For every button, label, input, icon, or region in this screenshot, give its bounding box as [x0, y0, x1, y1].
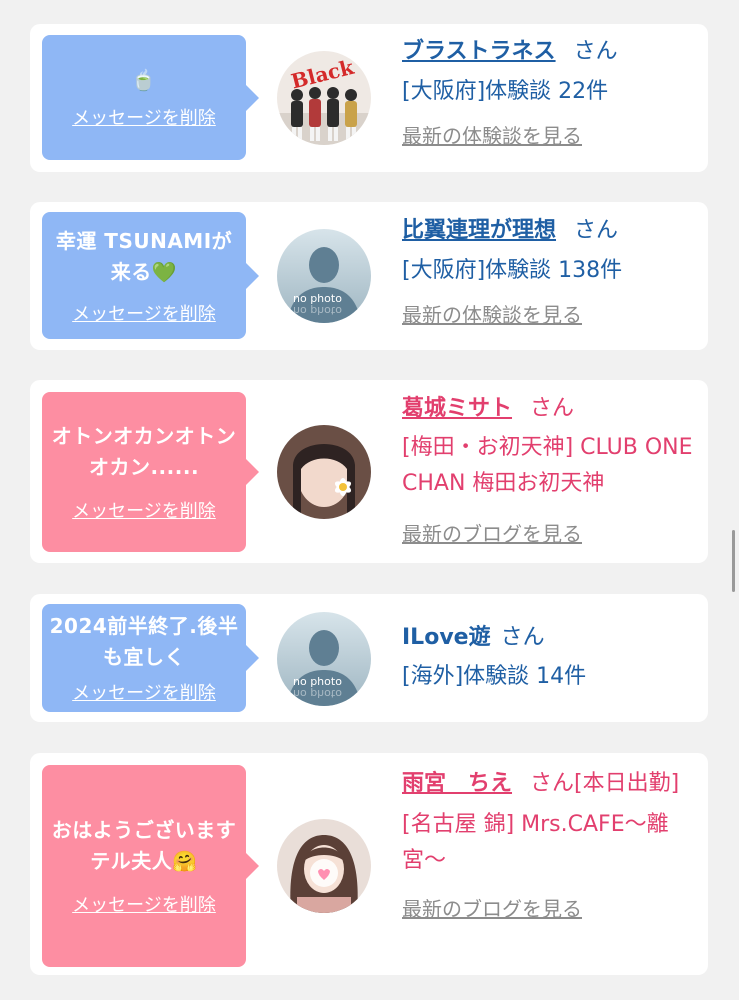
list-item: 🍵 メッセージを削除 Black ブラストラネス さん [大阪府]体験談 22件…	[30, 24, 708, 172]
user-name-link[interactable]: ILove遊	[402, 625, 491, 650]
message-text: 2024前半終了.後半も宜しく	[49, 614, 239, 669]
user-info: ブラストラネス さん [大阪府]体験談 22件 最新の体験談を見る	[402, 35, 702, 149]
profile-photo-icon	[277, 819, 371, 913]
latest-blog-link[interactable]: 最新のブログを見る	[402, 893, 702, 922]
svg-text:no photo: no photo	[293, 675, 342, 688]
avatar[interactable]: Black	[277, 51, 371, 145]
avatar[interactable]: no photo no photo	[277, 229, 371, 323]
user-info: 葛城ミサト さん [梅田・お初天神] CLUB ONE CHAN 梅田お初天神 最…	[402, 392, 702, 547]
message-bubble: オトンオカンオトンオカン...... メッセージを削除	[42, 392, 259, 552]
latest-reviews-link[interactable]: 最新の体験談を見る	[402, 120, 702, 149]
user-name-link[interactable]: 雨宮 ちえ	[402, 771, 512, 796]
latest-blog-link[interactable]: 最新のブログを見る	[402, 518, 702, 547]
message-text: おはようございますテル夫人🤗	[51, 818, 237, 873]
message-bubble: 2024前半終了.後半も宜しく メッセージを削除	[42, 604, 259, 712]
user-detail: [大阪府]体験談 22件	[402, 79, 609, 104]
delete-message-link[interactable]: メッセージを削除	[72, 679, 216, 705]
latest-reviews-link[interactable]: 最新の体験談を見る	[402, 299, 702, 328]
list-item: おはようございますテル夫人🤗 メッセージを削除 雨宮 ちえ さん[本日出勤] [名…	[30, 753, 708, 975]
delete-message-link[interactable]: メッセージを削除	[72, 104, 216, 130]
honorific: さん	[573, 39, 618, 64]
user-info: ILove遊 さん [海外]体験談 14件	[402, 621, 702, 695]
group-photo-icon: Black	[277, 51, 371, 145]
no-photo-icon: no photo no photo	[277, 229, 371, 323]
list-item: 幸運 TSUNAMIが来る💚 メッセージを削除 no photo no phot…	[30, 202, 708, 350]
user-name-link[interactable]: ブラストラネス	[402, 39, 556, 64]
svg-text:no photo: no photo	[293, 292, 342, 305]
no-photo-icon: no photo no photo	[277, 612, 371, 706]
avatar[interactable]	[277, 425, 371, 519]
user-detail: [大阪府]体験談 138件	[402, 258, 623, 283]
user-detail: [名古屋 錦] Mrs.CAFE〜離宮〜	[402, 812, 669, 873]
delete-message-link[interactable]: メッセージを削除	[72, 300, 216, 326]
message-bubble: おはようございますテル夫人🤗 メッセージを削除	[42, 765, 259, 967]
list-item: オトンオカンオトンオカン...... メッセージを削除 葛城ミサト さん [梅田・…	[30, 380, 708, 563]
honorific: さん	[530, 396, 575, 421]
user-name-link[interactable]: 葛城ミサト	[402, 396, 512, 421]
list-item: 2024前半終了.後半も宜しく メッセージを削除 no photo no pho…	[30, 594, 708, 722]
message-bubble: 幸運 TSUNAMIが来る💚 メッセージを削除	[42, 212, 259, 339]
user-info: 比翼連理が理想 さん [大阪府]体験談 138件 最新の体験談を見る	[402, 214, 702, 328]
svg-text:no photo: no photo	[293, 304, 342, 317]
delete-message-link[interactable]: メッセージを削除	[72, 497, 216, 523]
user-info: 雨宮 ちえ さん[本日出勤] [名古屋 錦] Mrs.CAFE〜離宮〜 最新のブロ…	[402, 765, 702, 922]
message-text: 🍵	[131, 68, 157, 92]
delete-message-link[interactable]: メッセージを削除	[72, 891, 216, 917]
honorific: さん	[574, 218, 619, 243]
avatar[interactable]	[277, 819, 371, 913]
message-text: オトンオカンオトンオカン......	[51, 424, 237, 479]
scrollbar[interactable]	[732, 530, 735, 592]
user-name-link[interactable]: 比翼連理が理想	[402, 218, 556, 243]
avatar[interactable]: no photo no photo	[277, 612, 371, 706]
user-detail: [梅田・お初天神] CLUB ONE CHAN 梅田お初天神	[402, 435, 693, 496]
honorific: さん[本日出勤]	[530, 771, 680, 796]
profile-photo-icon	[277, 425, 371, 519]
svg-text:no photo: no photo	[293, 687, 342, 700]
user-detail: [海外]体験談 14件	[402, 664, 587, 689]
message-text: 幸運 TSUNAMIが来る💚	[55, 228, 233, 284]
honorific: さん	[500, 625, 545, 650]
message-bubble: 🍵 メッセージを削除	[42, 35, 259, 160]
